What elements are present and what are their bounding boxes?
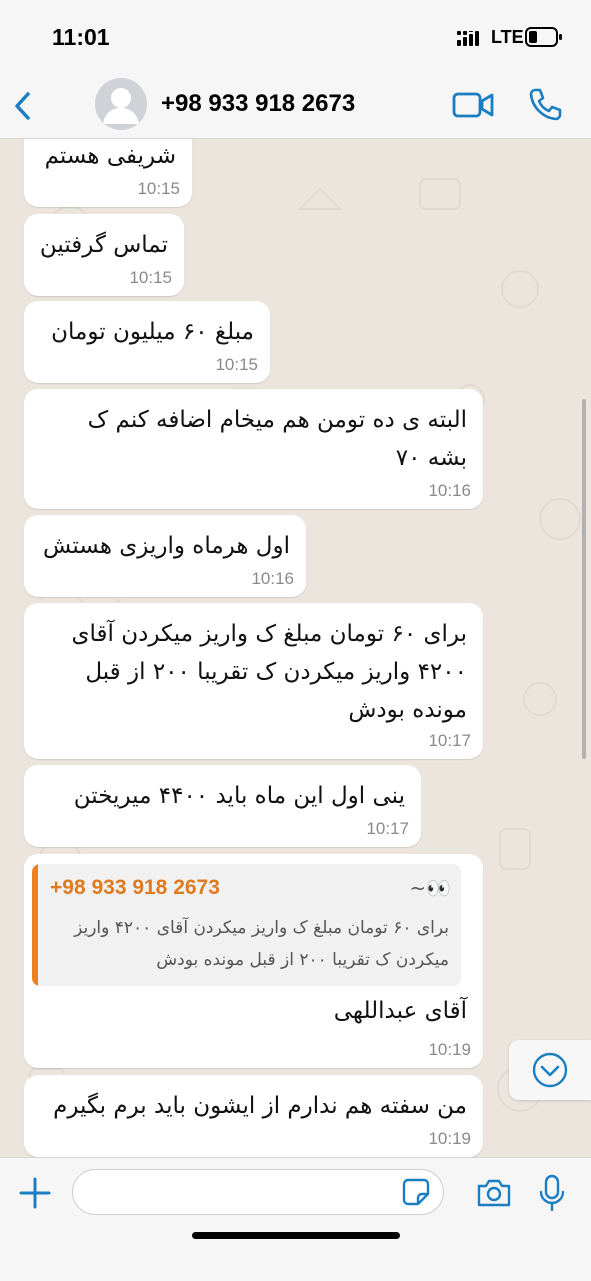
signal-strength-icon — [457, 31, 479, 46]
message-text: تماس گرفتین — [39, 232, 168, 258]
quoted-line: میکردن ک تقریبا ۲۰۰ از قبل مونده بودش — [156, 950, 449, 970]
network-type: LTE — [491, 27, 524, 47]
message-time: 10:16 — [251, 569, 294, 588]
quoted-message[interactable]: +98 933 918 2673 ~👀 برای ۶۰ تومان مبلغ ک… — [32, 864, 461, 986]
chat-messages[interactable]: شریفی هستم 10:15 تماس گرفتین 10:15 مبلغ … — [0, 139, 591, 1157]
camera-icon[interactable] — [476, 1178, 512, 1208]
message-time: 10:19 — [428, 1129, 471, 1148]
scrollbar[interactable] — [582, 399, 586, 759]
message-line: برای ۶۰ تومان مبلغ ک واریز میکردن آقای — [71, 621, 467, 647]
message-line: بشه ۷۰ — [395, 445, 467, 471]
status-time: 11:01 — [52, 24, 110, 50]
message-bubble[interactable]: البته ی ده تومن هم میخام اضافه کنم ک بشه… — [24, 389, 483, 509]
scroll-to-bottom-button[interactable] — [509, 1040, 591, 1100]
message-time: 10:19 — [428, 1040, 471, 1059]
message-time: 10:17 — [428, 731, 471, 750]
message-bubble[interactable]: شریفی هستم 10:15 — [24, 139, 192, 207]
quoted-author-suffix: ~👀 — [409, 876, 451, 900]
chat-header: +98 933 918 2673 — [0, 78, 591, 139]
message-bubble-reply[interactable]: +98 933 918 2673 ~👀 برای ۶۰ تومان مبلغ ک… — [24, 854, 483, 1068]
message-bubble[interactable]: برای ۶۰ تومان مبلغ ک واریز میکردن آقای ۴… — [24, 603, 483, 759]
message-line: مونده بودش — [348, 697, 467, 723]
plus-icon[interactable] — [18, 1176, 52, 1210]
message-time: 10:16 — [428, 481, 471, 500]
message-composer — [0, 1157, 591, 1281]
message-time: 10:15 — [137, 179, 180, 198]
microphone-icon[interactable] — [539, 1174, 565, 1212]
message-time: 10:15 — [129, 268, 172, 287]
message-line: ۴۲۰۰ واریز میکردن ک تقریبا ۲۰۰ از قبل — [85, 659, 467, 685]
message-text: برای ۶۰ تومان مبلغ ک واریز میکردن آقای ۴… — [72, 615, 467, 729]
message-bubble[interactable]: من سفته هم ندارم از ایشون باید برم بگیرم… — [24, 1075, 483, 1157]
home-indicator — [192, 1232, 400, 1239]
message-text: ینی اول این ماه باید ۴۴۰۰ میریختن — [73, 783, 405, 809]
chevron-down-icon — [532, 1052, 568, 1088]
message-text: من سفته هم ندارم از ایشون باید برم بگیرم — [53, 1093, 467, 1119]
back-chevron-icon[interactable] — [8, 88, 38, 124]
message-input[interactable] — [72, 1169, 444, 1215]
contact-name[interactable]: +98 933 918 2673 — [161, 90, 355, 118]
message-text: البته ی ده تومن هم میخام اضافه کنم ک بشه… — [88, 401, 467, 477]
message-bubble[interactable]: اول هرماه واریزی هستش 10:16 — [24, 515, 306, 597]
avatar[interactable] — [95, 78, 147, 130]
message-line: البته ی ده تومن هم میخام اضافه کنم ک — [87, 407, 467, 433]
status-bar: 11:01 LTE — [0, 0, 591, 78]
message-bubble[interactable]: مبلغ ۶۰ میلیون تومان 10:15 — [24, 301, 270, 383]
quoted-author: +98 933 918 2673 — [50, 876, 220, 899]
quoted-text: برای ۶۰ تومان مبلغ ک واریز میکردن آقای ۴… — [39, 912, 449, 976]
message-text: مبلغ ۶۰ میلیون تومان — [51, 319, 254, 345]
message-text: شریفی هستم — [44, 143, 176, 169]
message-text: اول هرماه واریزی هستش — [43, 533, 290, 559]
message-time: 10:15 — [215, 355, 258, 374]
message-time: 10:17 — [366, 819, 409, 838]
phone-icon[interactable] — [528, 87, 562, 121]
quoted-line: برای ۶۰ تومان مبلغ ک واریز میکردن آقای ۴… — [74, 918, 449, 938]
battery-icon — [525, 27, 562, 47]
sticker-icon[interactable] — [402, 1178, 430, 1206]
message-bubble[interactable]: ینی اول این ماه باید ۴۴۰۰ میریختن 10:17 — [24, 765, 421, 847]
message-bubble[interactable]: تماس گرفتین 10:15 — [24, 214, 184, 296]
video-camera-icon[interactable] — [452, 90, 494, 120]
default-avatar-icon — [95, 78, 147, 130]
message-text: آقای عبداللهی — [333, 998, 467, 1024]
quote-accent-bar — [32, 864, 38, 986]
